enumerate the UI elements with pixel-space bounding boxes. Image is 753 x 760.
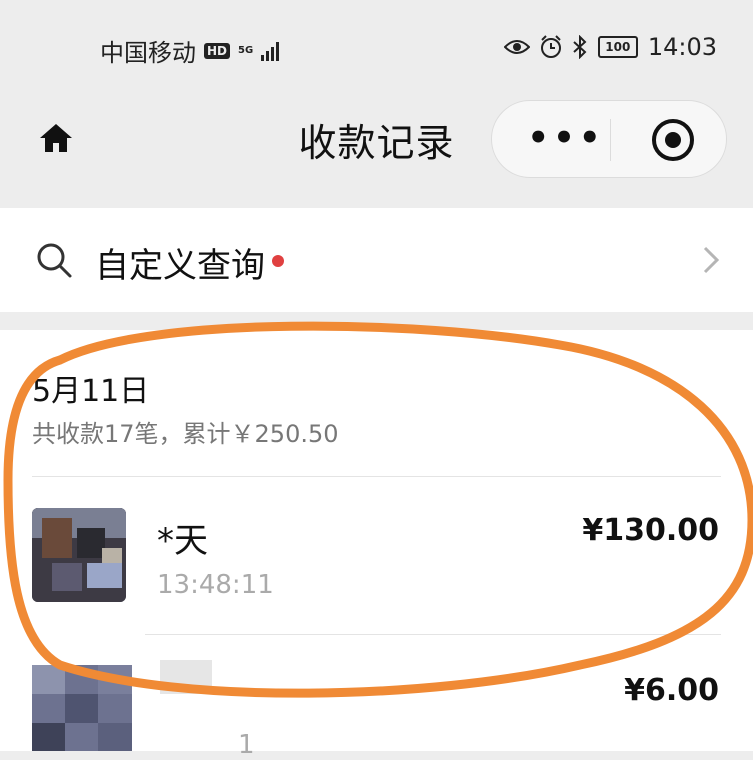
payment-amount: ¥130.00 <box>582 513 719 548</box>
payer-name-blurred <box>160 660 212 694</box>
nav-bar: 收款记录 ••• <box>0 100 753 205</box>
divider <box>145 634 721 635</box>
divider <box>32 476 721 477</box>
alarm-icon <box>540 35 561 58</box>
more-menu-button[interactable]: ••• <box>522 121 610 157</box>
carrier-info: 中国移动 HD 5G <box>100 33 280 68</box>
network-type: 5G <box>238 44 254 56</box>
payer-name: *天 <box>157 521 208 561</box>
battery-icon: 100 <box>597 36 638 58</box>
payer-avatar <box>32 665 132 751</box>
payment-amount: ¥6.00 <box>624 673 719 708</box>
record-date: 5月11日 <box>32 374 150 409</box>
custom-query-row[interactable]: 自定义查询 <box>0 208 753 312</box>
custom-query-label: 自定义查询 <box>95 246 265 286</box>
payment-time: 13:48:11 <box>157 570 274 600</box>
clock: 14:03 <box>647 33 717 61</box>
payer-avatar <box>32 508 126 602</box>
carrier-name: 中国移动 <box>100 39 196 67</box>
payment-time: 1 <box>238 730 255 760</box>
capsule-divider <box>610 119 611 161</box>
bluetooth-icon <box>573 35 587 59</box>
status-bar: 中国移动 HD 5G 100 14:03 <box>0 0 753 100</box>
signal-icon <box>261 41 280 61</box>
eye-icon <box>503 40 530 54</box>
chevron-right-icon <box>703 246 720 274</box>
section-gap <box>0 312 753 330</box>
notification-dot <box>272 255 284 267</box>
hd-badge: HD <box>204 42 231 59</box>
mini-program-capsule: ••• <box>491 100 727 178</box>
search-icon <box>37 243 72 278</box>
records-section: 5月11日 共收款17笔，累计￥250.50 *天 13:48:11 ¥130.… <box>0 330 753 760</box>
status-right: 100 14:03 <box>503 33 717 61</box>
close-target-icon[interactable] <box>650 117 696 163</box>
record-summary: 共收款17笔，累计￥250.50 <box>32 420 339 448</box>
